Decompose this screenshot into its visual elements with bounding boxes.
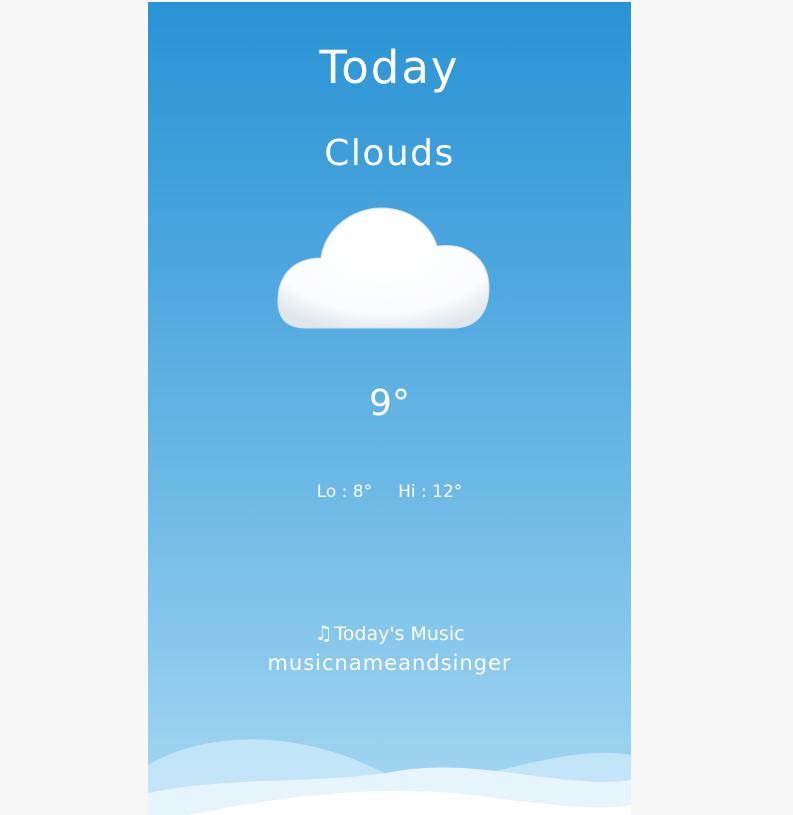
wave-decoration: [148, 739, 631, 815]
weather-screen: Today Clouds 9° Lo : 8° Hi : 12° ♫ Today's…: [148, 2, 631, 815]
high-temperature: Hi : 12°: [398, 482, 463, 502]
music-heading: ♫ Today's Music: [148, 620, 631, 647]
cloud-icon: [275, 202, 495, 337]
music-note-icon: ♫: [314, 621, 333, 645]
page-title: Today: [319, 41, 460, 94]
music-title-label: Today's Music: [334, 623, 465, 645]
weather-condition: Clouds: [324, 133, 455, 174]
music-name[interactable]: musicnameandsinger: [148, 649, 631, 677]
lo-hi-temperatures: Lo : 8° Hi : 12°: [148, 480, 631, 504]
current-temperature: 9°: [369, 383, 410, 424]
low-temperature: Lo : 8°: [316, 482, 373, 502]
